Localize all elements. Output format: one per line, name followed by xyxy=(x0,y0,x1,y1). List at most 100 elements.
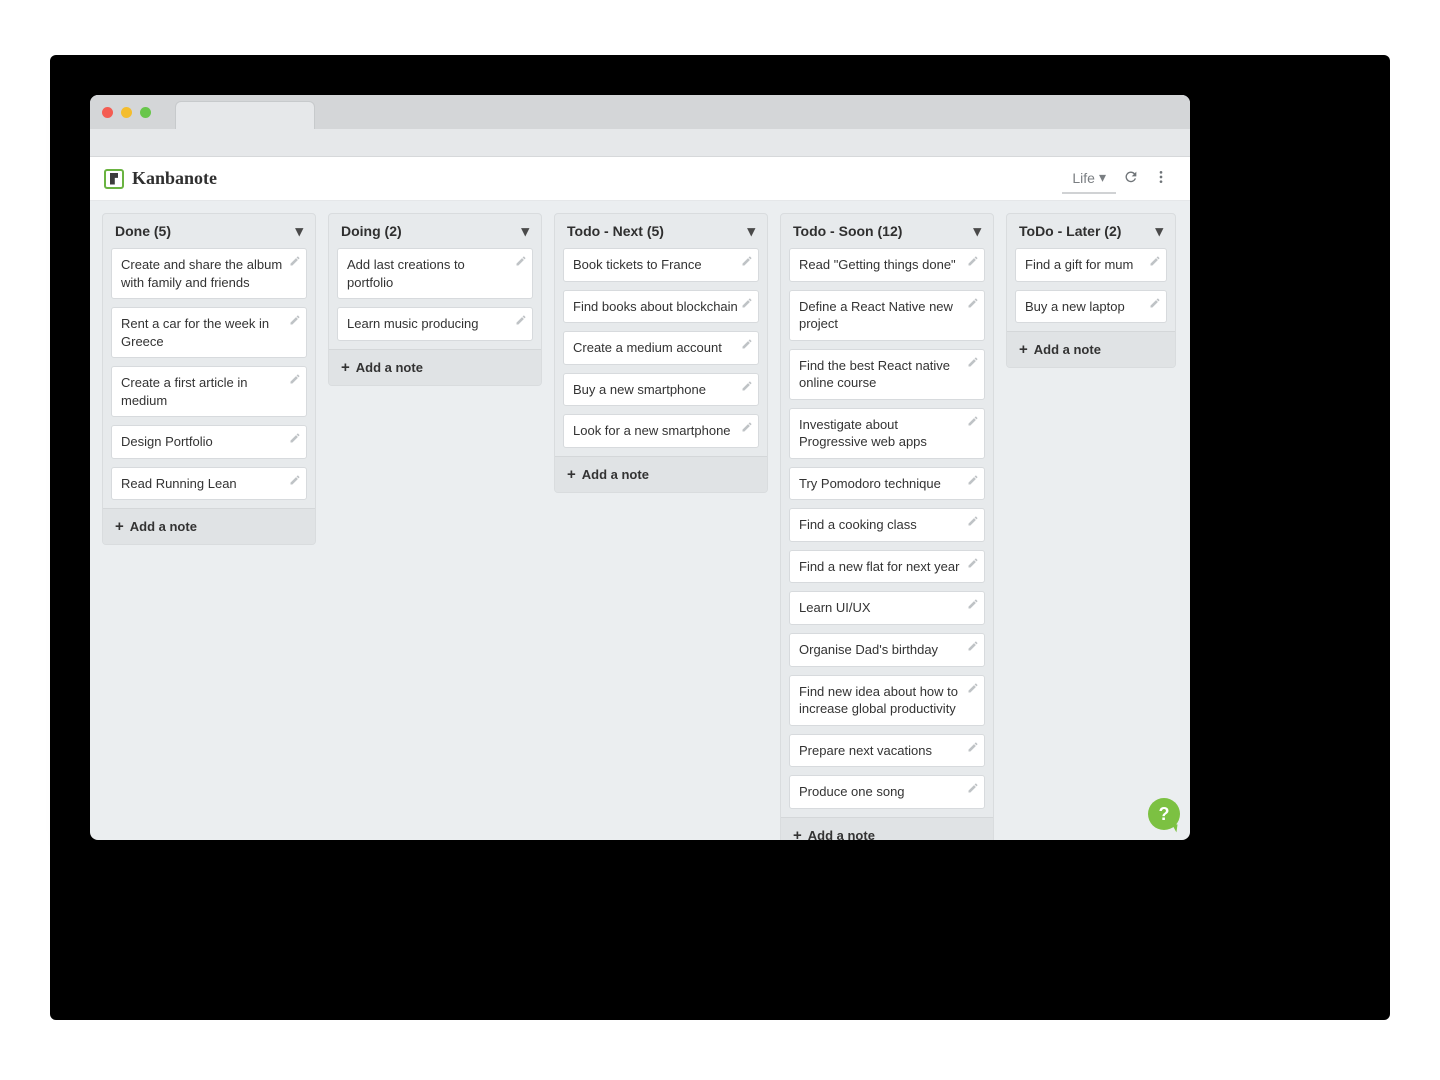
add-note-button[interactable]: +Add a note xyxy=(781,817,993,840)
caret-down-icon: ▾ xyxy=(747,222,755,240)
pencil-icon[interactable] xyxy=(967,740,979,752)
card-list: Book tickets to France Find books about b… xyxy=(555,248,767,448)
pencil-icon[interactable] xyxy=(289,254,301,266)
card[interactable]: Prepare next vacations xyxy=(789,734,985,768)
card[interactable]: Read "Getting things done" xyxy=(789,248,985,282)
card[interactable]: Find the best React native online course xyxy=(789,349,985,400)
pencil-icon[interactable] xyxy=(967,781,979,793)
pencil-icon[interactable] xyxy=(967,514,979,526)
help-button[interactable]: ? xyxy=(1148,798,1180,830)
close-window-button[interactable] xyxy=(102,107,113,118)
pencil-icon[interactable] xyxy=(289,313,301,325)
card[interactable]: Add last creations to portfolio xyxy=(337,248,533,299)
pencil-icon[interactable] xyxy=(741,379,753,391)
card[interactable]: Learn UI/UX xyxy=(789,591,985,625)
card[interactable]: Try Pomodoro technique xyxy=(789,467,985,501)
browser-tab[interactable] xyxy=(175,101,315,129)
card[interactable]: Investigate about Progressive web apps xyxy=(789,408,985,459)
card[interactable]: Organise Dad's birthday xyxy=(789,633,985,667)
card-title: Read Running Lean xyxy=(121,476,237,491)
pencil-icon[interactable] xyxy=(1149,296,1161,308)
column-title: Done (5) xyxy=(115,223,171,239)
plus-icon: + xyxy=(341,360,350,375)
pencil-icon[interactable] xyxy=(741,420,753,432)
card-title: Rent a car for the week in Greece xyxy=(121,316,269,349)
card[interactable]: Find a cooking class xyxy=(789,508,985,542)
column-header[interactable]: Todo - Next (5)▾ xyxy=(555,214,767,248)
card[interactable]: Create and share the album with family a… xyxy=(111,248,307,299)
minimize-window-button[interactable] xyxy=(121,107,132,118)
add-note-button[interactable]: +Add a note xyxy=(555,456,767,492)
card[interactable]: Look for a new smartphone xyxy=(563,414,759,448)
card[interactable]: Buy a new smartphone xyxy=(563,373,759,407)
column: Done (5) ▾ Create and share the album with… xyxy=(102,213,316,545)
window-controls xyxy=(102,107,151,118)
pencil-icon[interactable] xyxy=(967,597,979,609)
plus-icon: + xyxy=(115,519,124,534)
pencil-icon[interactable] xyxy=(289,372,301,384)
card[interactable]: Read Running Lean xyxy=(111,467,307,501)
pencil-icon[interactable] xyxy=(967,414,979,426)
card-title: Learn UI/UX xyxy=(799,600,871,615)
card[interactable]: Learn music producing xyxy=(337,307,533,341)
question-icon: ? xyxy=(1159,804,1170,825)
app-header: Kanbanote Life ▾ xyxy=(90,157,1190,201)
card-title: Create a medium account xyxy=(573,340,722,355)
column-header[interactable]: Doing (2)▾ xyxy=(329,214,541,248)
column: Todo - Soon (12) ▾ Read "Getting things do… xyxy=(780,213,994,840)
more-menu-button[interactable] xyxy=(1146,164,1176,194)
pencil-icon[interactable] xyxy=(967,556,979,568)
column: ToDo - Later (2)▾Find a gift for mum Buy … xyxy=(1006,213,1176,368)
add-note-button[interactable]: +Add a note xyxy=(329,349,541,385)
card[interactable]: Create a medium account xyxy=(563,331,759,365)
pencil-icon[interactable] xyxy=(515,313,527,325)
card[interactable]: Find new idea about how to increase glob… xyxy=(789,675,985,726)
caret-down-icon: ▾ xyxy=(1099,169,1106,186)
card-title: Design Portfolio xyxy=(121,434,213,449)
caret-down-icon: ▾ xyxy=(973,222,981,240)
card-list: Read "Getting things done" Define a React… xyxy=(781,248,993,809)
card-title: Find books about blockchain xyxy=(573,299,738,314)
pencil-icon[interactable] xyxy=(741,337,753,349)
pencil-icon[interactable] xyxy=(741,254,753,266)
card-title: Organise Dad's birthday xyxy=(799,642,938,657)
pencil-icon[interactable] xyxy=(289,473,301,485)
board-selector[interactable]: Life ▾ xyxy=(1062,163,1116,194)
pencil-icon[interactable] xyxy=(967,254,979,266)
plus-icon: + xyxy=(567,467,576,482)
pencil-icon[interactable] xyxy=(289,431,301,443)
card[interactable]: Rent a car for the week in Greece xyxy=(111,307,307,358)
brand-name: Kanbanote xyxy=(132,168,217,189)
card-title: Find a new flat for next year xyxy=(799,559,959,574)
card[interactable]: Find a gift for mum xyxy=(1015,248,1167,282)
refresh-button[interactable] xyxy=(1116,164,1146,194)
column-header[interactable]: ToDo - Later (2)▾ xyxy=(1007,214,1175,248)
pencil-icon[interactable] xyxy=(515,254,527,266)
card[interactable]: Book tickets to France xyxy=(563,248,759,282)
column-title: Todo - Soon (12) xyxy=(793,223,902,239)
caret-down-icon: ▾ xyxy=(521,222,529,240)
brand-logo-icon xyxy=(104,169,124,189)
add-note-button[interactable]: +Add a note xyxy=(103,508,315,544)
pencil-icon[interactable] xyxy=(967,473,979,485)
card[interactable]: Create a first article in medium xyxy=(111,366,307,417)
maximize-window-button[interactable] xyxy=(140,107,151,118)
card[interactable]: Define a React Native new project xyxy=(789,290,985,341)
pencil-icon[interactable] xyxy=(1149,254,1161,266)
pencil-icon[interactable] xyxy=(967,296,979,308)
pencil-icon[interactable] xyxy=(967,639,979,651)
pencil-icon[interactable] xyxy=(967,681,979,693)
column-header[interactable]: Done (5) ▾ xyxy=(103,214,315,248)
card[interactable]: Find books about blockchain xyxy=(563,290,759,324)
card[interactable]: Design Portfolio xyxy=(111,425,307,459)
brand[interactable]: Kanbanote xyxy=(104,168,217,189)
add-note-button[interactable]: +Add a note xyxy=(1007,331,1175,367)
pencil-icon[interactable] xyxy=(741,296,753,308)
card[interactable]: Buy a new laptop xyxy=(1015,290,1167,324)
column-header[interactable]: Todo - Soon (12) ▾ xyxy=(781,214,993,248)
pencil-icon[interactable] xyxy=(967,355,979,367)
card[interactable]: Find a new flat for next year xyxy=(789,550,985,584)
card[interactable]: Produce one song xyxy=(789,775,985,809)
card-title: Try Pomodoro technique xyxy=(799,476,941,491)
caret-down-icon: ▾ xyxy=(295,222,303,240)
